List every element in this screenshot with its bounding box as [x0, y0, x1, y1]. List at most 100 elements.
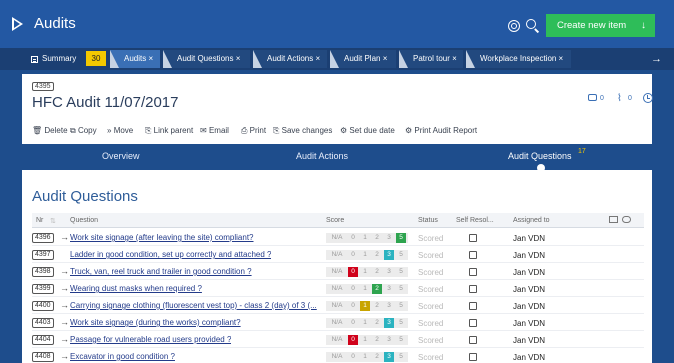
help-icon[interactable] — [508, 20, 520, 32]
question-link[interactable]: Carrying signage clothing (fluorescent v… — [70, 301, 317, 310]
score-option[interactable]: 0 — [348, 335, 358, 345]
score-option[interactable]: 3 — [384, 301, 394, 311]
score-option[interactable]: 0 — [348, 352, 358, 362]
score-option[interactable]: N/A — [330, 284, 344, 294]
question-nr-chip[interactable]: 4396 — [32, 233, 54, 243]
score-option[interactable]: 2 — [372, 318, 382, 328]
score-option[interactable]: 5 — [396, 233, 406, 243]
table-row[interactable]: 4408 → Excavator in good condition ? N/A 0 1 2… — [32, 348, 644, 363]
score-option[interactable]: 3 — [384, 233, 394, 243]
score-option[interactable]: N/A — [330, 335, 344, 345]
score-option[interactable]: 3 — [384, 318, 394, 328]
table-row[interactable]: 4398 → Truck, van, reel truck and trailer … — [32, 263, 644, 280]
tabs-next-arrow-icon[interactable]: → — [651, 50, 662, 68]
question-nr-chip[interactable]: 4400 — [32, 301, 54, 311]
question-nr-chip[interactable]: 4403 — [32, 318, 54, 328]
score-option[interactable]: N/A — [330, 233, 344, 243]
score-option[interactable]: N/A — [330, 250, 344, 260]
score-selector[interactable]: N/A 0 1 2 3 5 — [326, 284, 408, 294]
score-option[interactable]: 5 — [396, 301, 406, 311]
column-score[interactable]: Score — [326, 217, 344, 224]
score-option[interactable]: 1 — [360, 318, 370, 328]
question-link[interactable]: Truck, van, reel truck and trailer in go… — [70, 267, 252, 276]
copy-button[interactable]: ⧉ Copy — [70, 126, 97, 136]
table-row[interactable]: 4397 Ladder in good condition, set up cor… — [32, 246, 644, 263]
column-nr[interactable]: Nr — [36, 217, 43, 224]
columns-icon[interactable] — [609, 216, 618, 223]
move-button[interactable]: » Move — [107, 126, 133, 135]
score-option[interactable]: 1 — [360, 352, 370, 362]
score-option[interactable]: 2 — [372, 284, 382, 294]
table-row[interactable]: 4399 → Wearing dust masks when required ? N… — [32, 280, 644, 297]
score-option[interactable]: 2 — [372, 335, 382, 345]
question-nr-chip[interactable]: 4398 — [32, 267, 54, 277]
score-option[interactable]: 1 — [360, 335, 370, 345]
question-link[interactable]: Excavator in good condition ? — [70, 352, 175, 361]
print-button[interactable]: ⎙ Print — [241, 126, 266, 136]
sort-icon[interactable]: ⇅ — [50, 217, 56, 225]
score-option[interactable]: 3 — [384, 335, 394, 345]
score-selector[interactable]: N/A 0 1 2 3 5 — [326, 250, 408, 260]
score-option[interactable]: 5 — [396, 318, 406, 328]
score-option[interactable]: 1 — [360, 301, 370, 311]
column-self-resolved[interactable]: Self Resol... — [456, 217, 494, 224]
question-link[interactable]: Ladder in good condition, set up correct… — [70, 250, 271, 259]
column-status[interactable]: Status — [418, 217, 438, 224]
score-option[interactable]: 0 — [348, 301, 358, 311]
score-option[interactable]: 5 — [396, 250, 406, 260]
self-resolved-checkbox[interactable] — [469, 302, 477, 310]
tab-audits[interactable]: Audits × — [110, 50, 160, 68]
section-tab-audit-actions[interactable]: Audit Actions — [296, 151, 348, 161]
table-row[interactable]: 4396 → Work site signage (after leaving th… — [32, 229, 644, 246]
question-nr-chip[interactable]: 4399 — [32, 284, 54, 294]
self-resolved-checkbox[interactable] — [469, 251, 477, 259]
clock-icon[interactable] — [643, 93, 653, 103]
score-option[interactable]: 2 — [372, 267, 382, 277]
score-option[interactable]: 0 — [348, 267, 358, 277]
print-audit-report-button[interactable]: ⚙ Print Audit Report — [405, 126, 477, 135]
tab-audit-questions[interactable]: Audit Questions × — [163, 50, 250, 68]
score-option[interactable]: 2 — [372, 250, 382, 260]
score-option[interactable]: 5 — [396, 335, 406, 345]
column-question[interactable]: Question — [70, 217, 98, 224]
self-resolved-checkbox[interactable] — [469, 353, 477, 361]
self-resolved-checkbox[interactable] — [469, 268, 477, 276]
delete-button[interactable]: 🗑 Delete — [32, 126, 68, 135]
score-option[interactable]: 2 — [372, 301, 382, 311]
save-changes-button[interactable]: ⎘ Save changes — [273, 126, 332, 136]
self-resolved-checkbox[interactable] — [469, 234, 477, 242]
section-tab-audit-questions[interactable]: Audit Questions — [508, 151, 572, 161]
email-button[interactable]: ✉ Email — [200, 126, 229, 135]
tab-audit-actions[interactable]: Audit Actions × — [253, 50, 327, 68]
score-option[interactable]: 5 — [396, 352, 406, 362]
paperclip-icon[interactable]: ⌇ — [617, 93, 622, 104]
score-option[interactable]: 0 — [348, 250, 358, 260]
self-resolved-checkbox[interactable] — [469, 336, 477, 344]
app-logo-icon[interactable] — [12, 17, 23, 31]
score-option[interactable]: 3 — [384, 267, 394, 277]
table-row[interactable]: 4403 → Work site signage (during the works… — [32, 314, 644, 331]
set-due-date-button[interactable]: ⚙ Set due date — [340, 126, 395, 135]
tab-patrol-tour[interactable]: Patrol tour × — [399, 50, 463, 68]
score-option[interactable]: 2 — [372, 233, 382, 243]
score-option[interactable]: 5 — [396, 267, 406, 277]
search-icon[interactable] — [526, 19, 536, 29]
create-new-item-button[interactable]: Create new item ↓ — [546, 14, 655, 37]
score-option[interactable]: 1 — [360, 250, 370, 260]
score-option[interactable]: N/A — [330, 301, 344, 311]
score-option[interactable]: 3 — [384, 284, 394, 294]
tab-audit-plan[interactable]: Audit Plan × — [330, 50, 396, 68]
score-option[interactable]: 5 — [396, 284, 406, 294]
score-option[interactable]: N/A — [330, 352, 344, 362]
self-resolved-checkbox[interactable] — [469, 319, 477, 327]
toggle-icon[interactable] — [622, 216, 631, 223]
score-option[interactable]: 1 — [360, 284, 370, 294]
score-selector[interactable]: N/A 0 1 2 3 5 — [326, 352, 408, 362]
section-tab-overview[interactable]: Overview — [102, 151, 140, 161]
question-nr-chip[interactable]: 4408 — [32, 352, 54, 362]
question-link[interactable]: Passage for vulnerable road users provid… — [70, 335, 231, 344]
table-row[interactable]: 4400 → Carrying signage clothing (fluoresc… — [32, 297, 644, 314]
score-option[interactable]: 3 — [384, 250, 394, 260]
question-link[interactable]: Work site signage (during the works) com… — [70, 318, 241, 327]
score-option[interactable]: N/A — [330, 267, 344, 277]
